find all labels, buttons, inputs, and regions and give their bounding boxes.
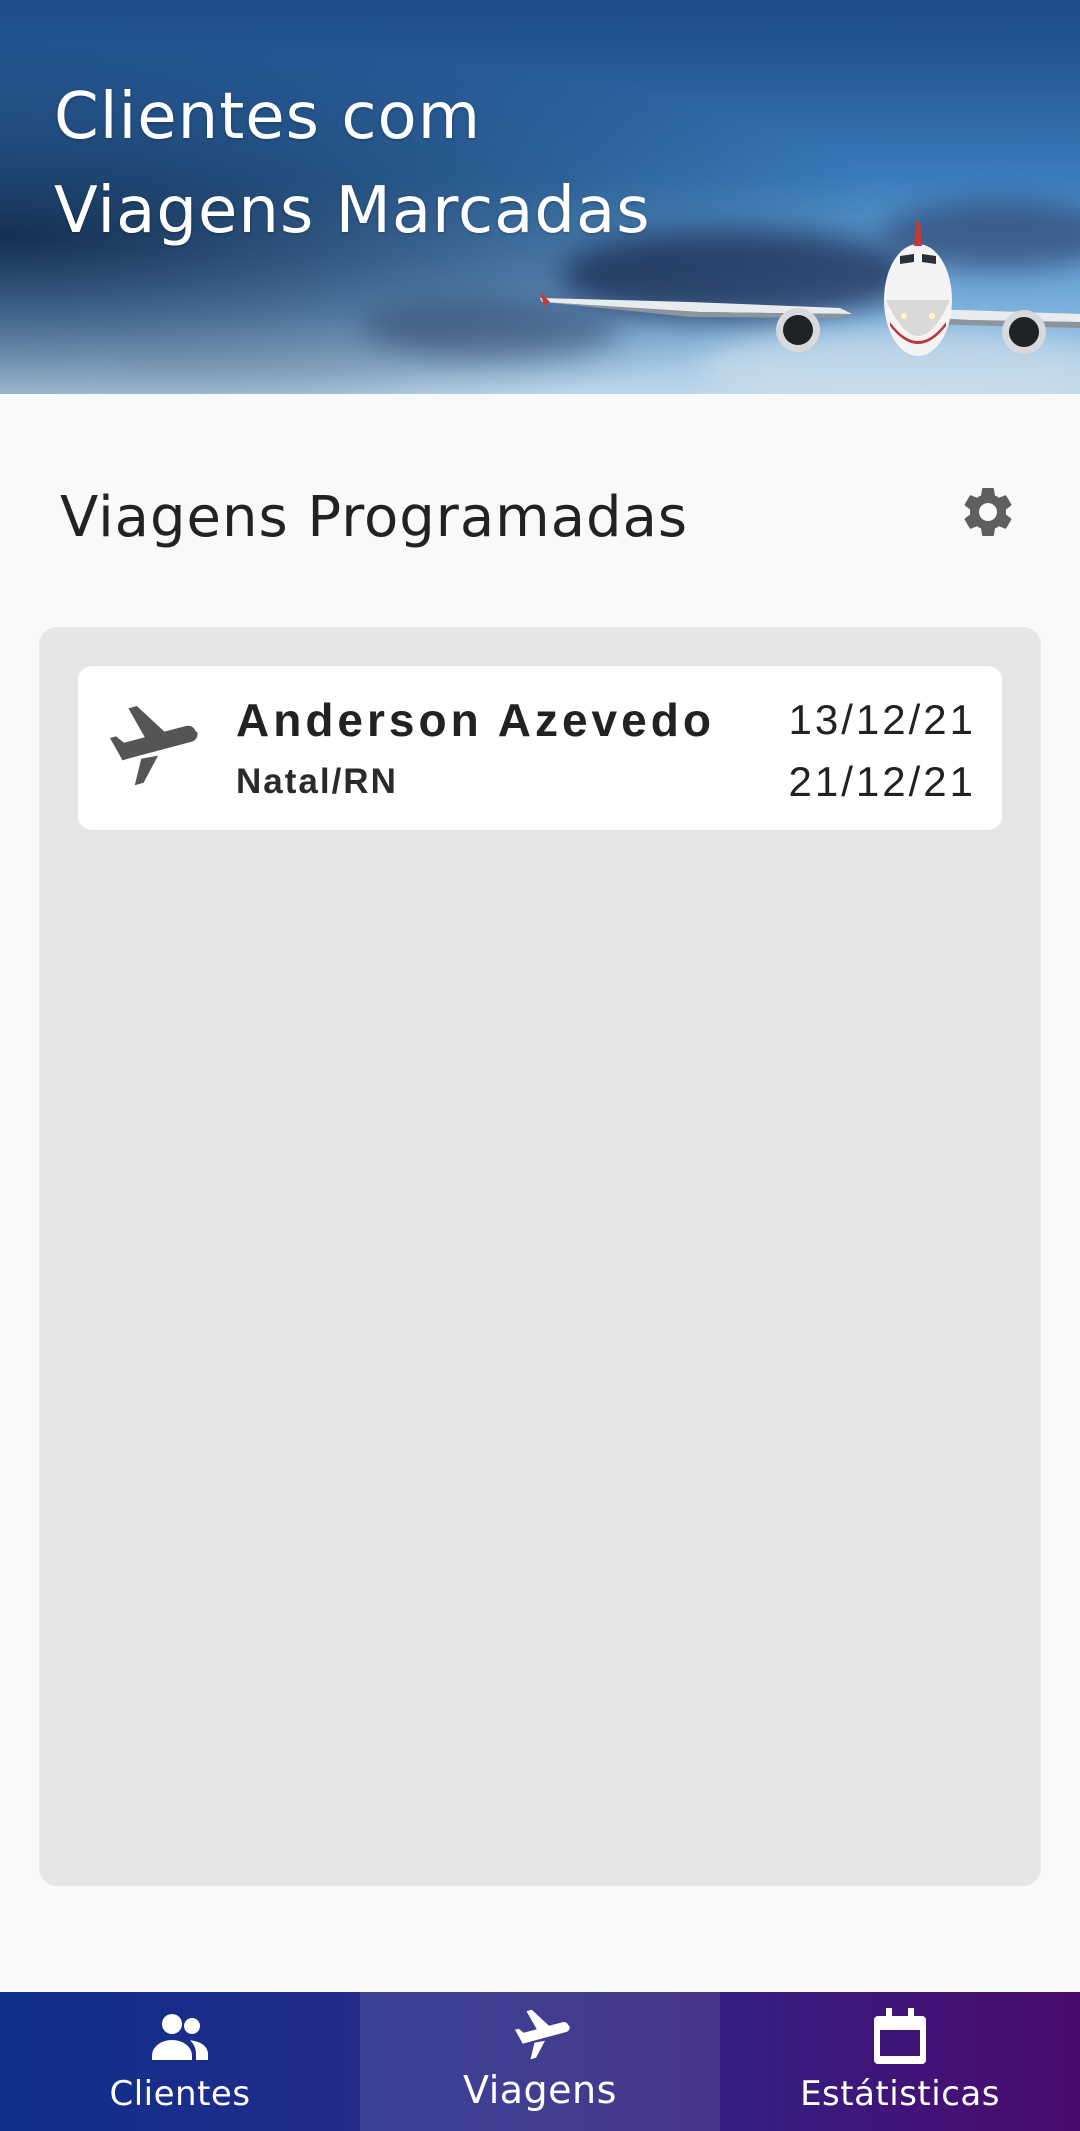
people-icon: [150, 2008, 210, 2064]
nav-label: Viagens: [463, 2068, 617, 2112]
trip-start-date: 13/12/21: [788, 696, 976, 743]
page-title-line-1: Clientes com: [54, 80, 482, 154]
airplane-icon: [510, 2008, 570, 2064]
settings-button[interactable]: [958, 482, 1018, 542]
nav-item-viagens[interactable]: Viagens: [360, 1992, 720, 2131]
gear-icon: [964, 488, 1012, 536]
section-title: Viagens Programadas: [60, 485, 689, 550]
airplane-icon: [102, 706, 198, 790]
trip-list-item[interactable]: Anderson Azevedo Natal/RN 13/12/21 21/12…: [78, 666, 1002, 830]
calendar-icon: [870, 2008, 930, 2064]
trip-destination: Natal/RN: [236, 762, 398, 801]
nav-item-estatisticas[interactable]: Estátisticas: [720, 1992, 1080, 2131]
page-title: Clientes com Viagens Marcadas: [54, 70, 651, 258]
nav-label: Clientes: [109, 2074, 251, 2114]
client-name: Anderson Azevedo: [236, 694, 715, 746]
header-banner: Clientes com Viagens Marcadas: [0, 0, 1080, 394]
nav-label: Estátisticas: [800, 2074, 1000, 2114]
trips-list: Anderson Azevedo Natal/RN 13/12/21 21/12…: [39, 627, 1041, 1886]
nav-item-clientes[interactable]: Clientes: [0, 1992, 360, 2131]
page-title-line-2: Viagens Marcadas: [54, 174, 651, 248]
trip-end-date: 21/12/21: [788, 758, 976, 805]
bottom-navigation: Clientes Viagens Estátisticas: [0, 1992, 1080, 2131]
